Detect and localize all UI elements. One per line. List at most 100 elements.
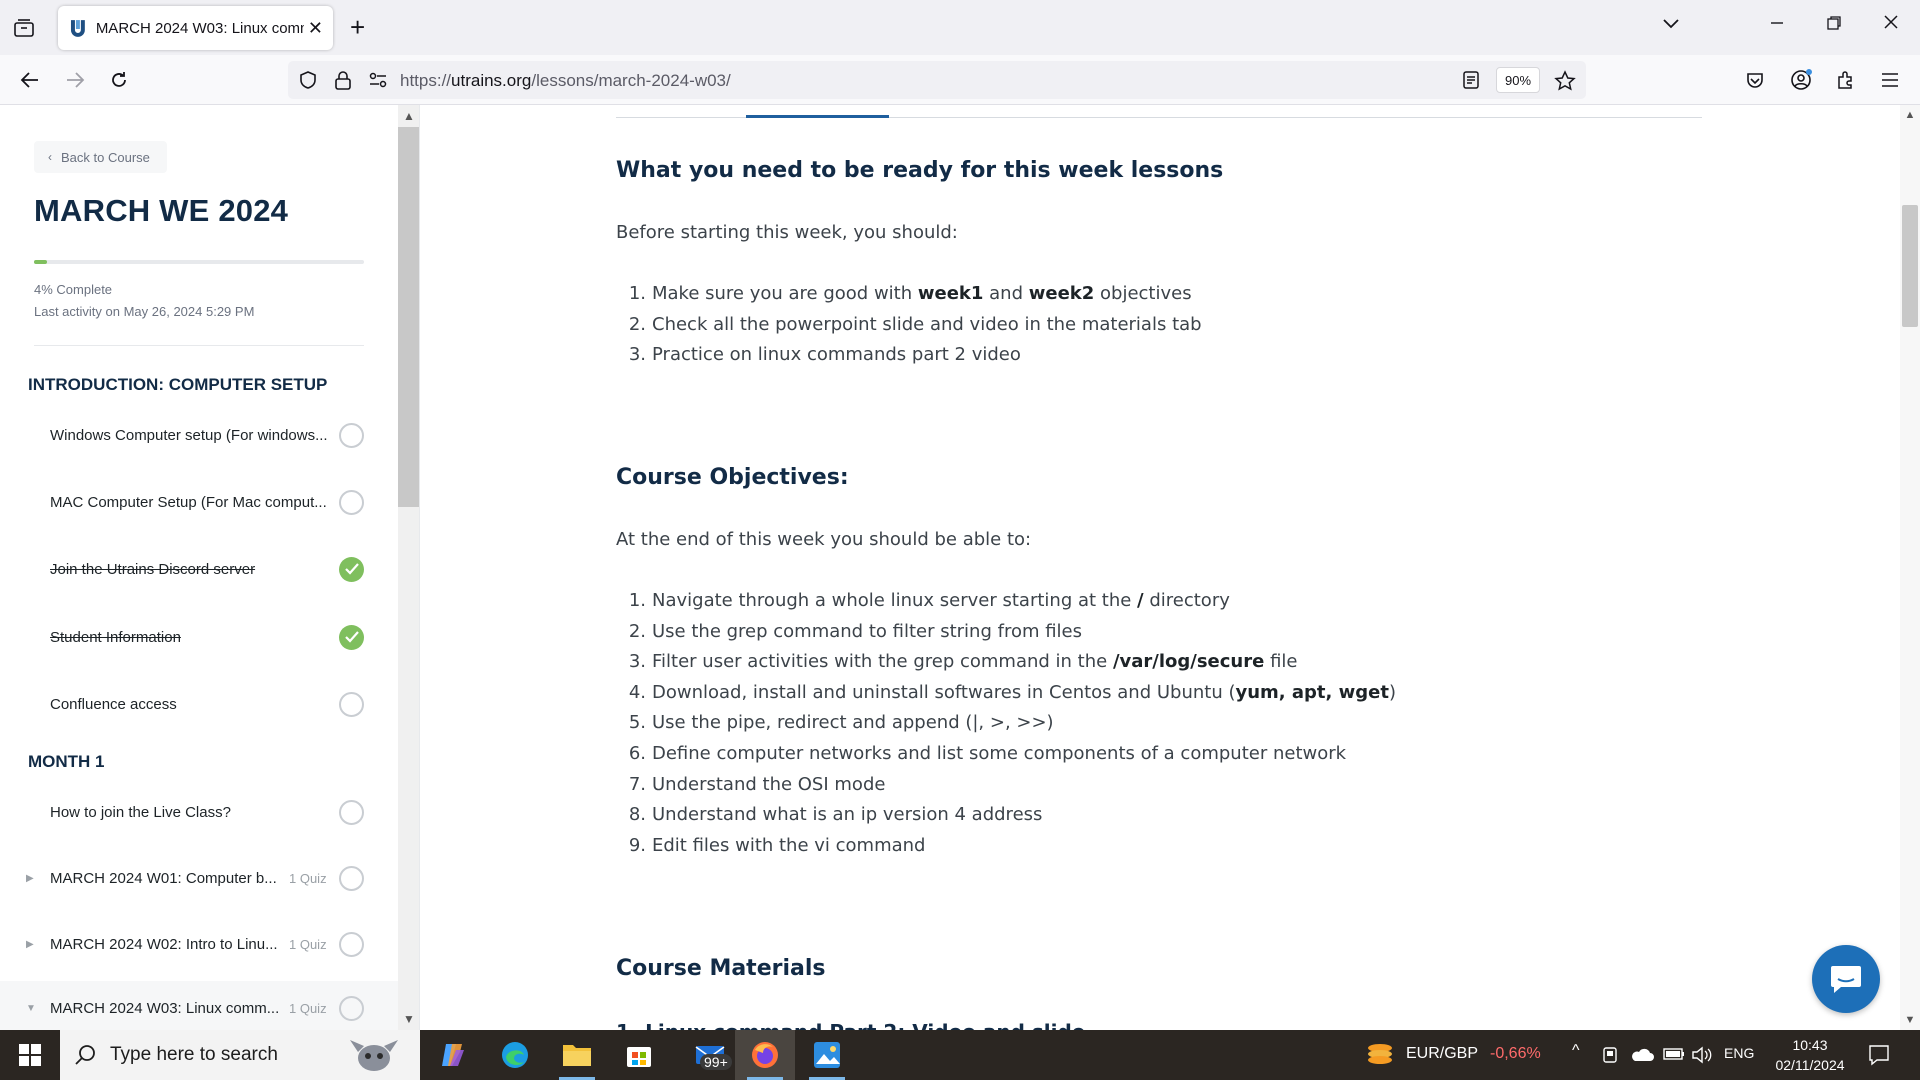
quiz-count: 1 Quiz [289,1000,327,1016]
tab-close-icon[interactable]: ✕ [308,18,323,39]
list-number: 4. [628,681,646,703]
course-progress-fill [34,260,48,264]
list-number: 3. [628,344,646,366]
show-hidden-icons-icon[interactable]: ^ [1572,1042,1580,1060]
chat-bubble-button[interactable] [1812,945,1880,1013]
taskbar-search-input[interactable]: Type here to search [60,1030,420,1080]
sidebar-divider [34,345,364,346]
incomplete-circle-icon [339,422,364,448]
list-number: 7. [628,773,646,795]
list-item-text: Make sure you are good with [652,283,918,304]
firefox-icon[interactable] [735,1030,795,1080]
taskbar-clock[interactable]: 10:43 02/11/2024 [1768,1035,1852,1075]
lesson-content: What you need to be ready for this week … [420,105,1900,1030]
tracking-shield-icon[interactable] [298,70,318,95]
list-number: 2. [628,620,646,642]
expand-arrow-icon[interactable]: ▶ [26,939,34,950]
pocket-icon[interactable] [1742,67,1768,93]
quiz-count: 1 Quiz [289,936,327,952]
expand-arrow-icon[interactable]: ▶ [26,873,34,884]
browser-tab-active[interactable]: MARCH 2024 W03: Linux comm ✕ [58,6,333,50]
list-number: 1. [628,590,646,611]
battery-icon[interactable] [1663,1047,1685,1066]
mail-badge: 99+ [700,1054,732,1070]
url-text[interactable]: https://utrains.org/lessons/march-2024-w… [400,71,731,91]
lesson-label: Student Information [50,628,181,646]
windows-taskbar: Type here to search 99+ EUR/GBP -0,66% ^ [0,1030,1920,1080]
permissions-icon[interactable] [368,70,388,95]
ready-list: 1. Make sure you are good with week1 and … [616,279,1202,371]
list-item: 1. Make sure you are good with week1 and … [616,279,1202,310]
list-number: 1. [628,283,646,304]
language-indicator[interactable]: ENG [1724,1045,1754,1061]
scroll-up-arrow-icon[interactable]: ▲ [398,105,419,127]
photos-app-icon[interactable] [797,1030,857,1080]
list-number: 5. [628,712,646,734]
edge-icon[interactable] [485,1030,545,1080]
url-bar[interactable]: https://utrains.org/lessons/march-2024-w… [288,61,1586,99]
minimize-icon[interactable] [1770,14,1784,35]
restore-icon[interactable] [1827,14,1841,35]
lesson-item[interactable]: How to join the Live Class? [0,785,398,839]
bookmark-star-icon[interactable] [1554,70,1576,97]
list-item-text: Edit files with the vi command [652,834,926,856]
incomplete-circle-icon [339,865,364,891]
new-tab-icon[interactable]: + [350,14,365,40]
ready-intro: Before starting this week, you should: [616,222,958,243]
account-icon[interactable] [1788,67,1814,93]
lesson-item-current[interactable]: ▼ MARCH 2024 W03: Linux comm... 1 Quiz [0,981,398,1030]
menu-hamburger-icon[interactable] [1877,67,1903,93]
list-item-emphasis: week1 [917,283,984,304]
meet-now-icon[interactable] [1602,1046,1618,1069]
list-number: 9. [628,834,646,856]
sidebar-scroll-thumb[interactable] [398,127,419,507]
reload-icon[interactable] [106,67,132,93]
page-scroll-up-icon[interactable]: ▲ [1900,105,1920,125]
volume-icon[interactable] [1691,1046,1713,1069]
scroll-down-arrow-icon[interactable]: ▼ [398,1008,419,1030]
lesson-label: How to join the Live Class? [50,803,231,821]
windows-start-icon[interactable] [0,1030,60,1080]
lesson-label: MAC Computer Setup (For Mac comput... [50,493,327,511]
url-prefix: https:// [400,71,452,90]
notifications-icon[interactable] [1868,1044,1890,1071]
extensions-icon[interactable] [1833,67,1859,93]
page-scroll-thumb[interactable] [1902,205,1918,327]
list-all-tabs-icon[interactable] [1662,14,1680,35]
currency-widget-icon[interactable] [1365,1040,1395,1075]
page-scroll-down-icon[interactable]: ▼ [1900,1010,1920,1030]
lesson-item[interactable]: Student Information [0,610,398,664]
lesson-item[interactable]: Windows Computer setup (For windows... [0,408,398,462]
lock-icon[interactable] [334,70,352,95]
tab-list-icon[interactable] [10,14,38,42]
file-explorer-icon[interactable] [547,1030,607,1080]
collapse-arrow-icon[interactable]: ▼ [26,1003,36,1014]
copilot-icon[interactable] [423,1030,483,1080]
course-title: MARCH WE 2024 [34,193,289,228]
list-item-text: Check all the powerpoint slide and video… [652,313,1202,335]
list-number: 8. [628,804,646,826]
clock-time: 10:43 [1792,1037,1828,1053]
reader-view-icon[interactable] [1462,70,1480,95]
currency-change[interactable]: -0,66% [1490,1045,1541,1063]
chevron-left-icon: ‹ [48,150,52,164]
lesson-item[interactable]: MAC Computer Setup (For Mac comput... [0,475,398,529]
mail-icon[interactable]: 99+ [680,1030,740,1080]
lesson-item[interactable]: ▶ MARCH 2024 W02: Intro to Linu... 1 Qui… [0,917,398,971]
quiz-count: 1 Quiz [289,870,327,886]
microsoft-store-icon[interactable] [609,1030,669,1080]
forward-arrow-icon[interactable] [62,67,88,93]
check-complete-icon [339,624,364,650]
onedrive-icon[interactable] [1630,1046,1654,1069]
close-window-icon[interactable] [1883,14,1899,35]
list-item-emphasis: week2 [1028,283,1095,304]
zoom-level-badge[interactable]: 90% [1496,67,1540,93]
back-arrow-icon[interactable] [17,67,43,93]
back-to-course-button[interactable]: ‹ Back to Course [34,141,167,173]
lesson-item[interactable]: Confluence access [0,677,398,731]
lesson-item[interactable]: ▶ MARCH 2024 W01: Computer b... 1 Quiz [0,851,398,905]
utrains-favicon-icon [70,20,85,37]
list-item-text: Download, install and uninstall software… [652,681,1236,703]
currency-pair[interactable]: EUR/GBP [1406,1045,1478,1063]
lesson-item[interactable]: Join the Utrains Discord server [0,542,398,596]
